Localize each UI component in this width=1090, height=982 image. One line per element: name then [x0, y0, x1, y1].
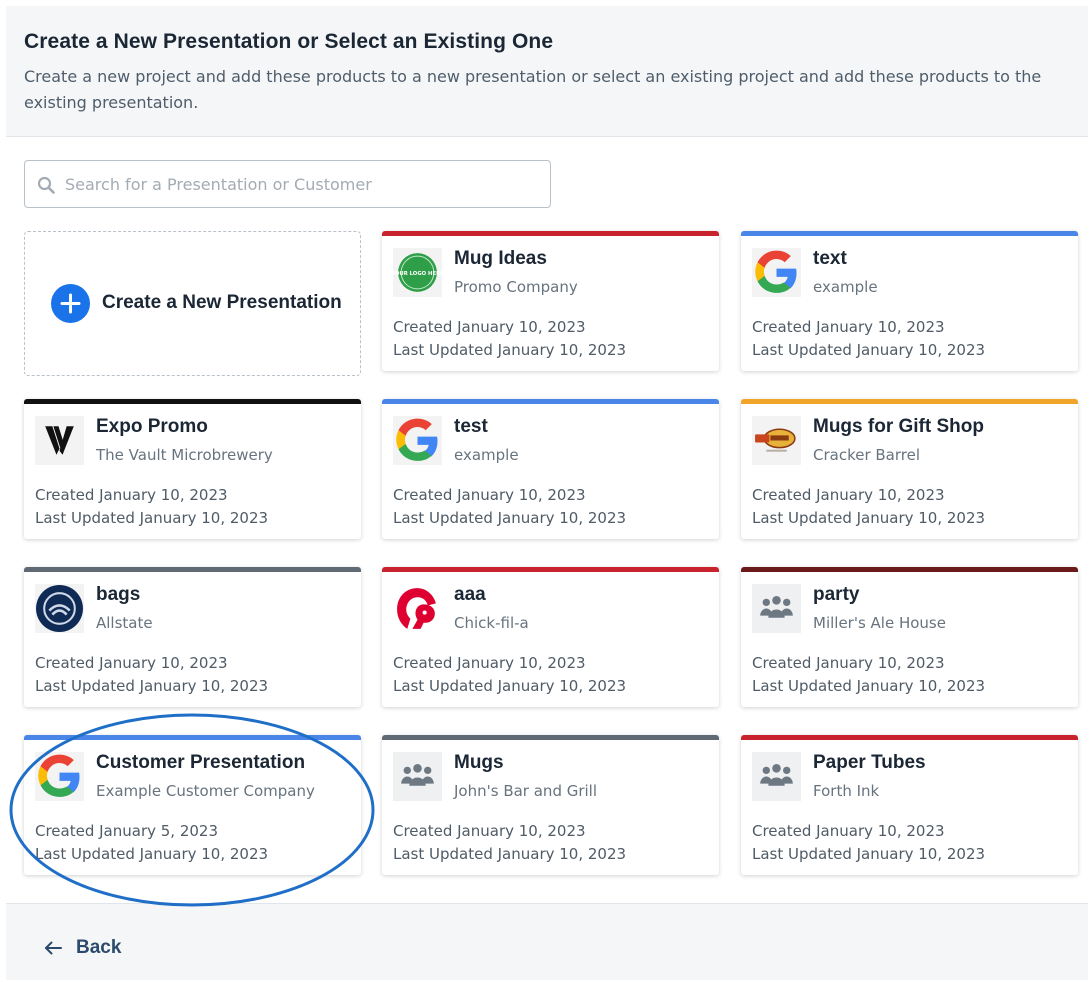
created-date: Created January 10, 2023 — [752, 654, 945, 672]
modal-footer: Back — [6, 903, 1088, 980]
modal-header: Create a New Presentation or Select an E… — [6, 6, 1088, 137]
presentation-name: bags — [96, 584, 141, 605]
card-accent-bar — [741, 231, 1078, 236]
last-updated-date: Last Updated January 10, 2023 — [393, 341, 627, 359]
last-updated-date: Last Updated January 10, 2023 — [393, 509, 627, 527]
presentation-name: Paper Tubes — [813, 752, 926, 773]
create-new-presentation-button[interactable]: Create a New Presentation — [24, 231, 361, 376]
card-accent-bar — [382, 735, 719, 740]
presentation-name: Mugs — [454, 752, 504, 773]
card-accent-bar — [741, 735, 1078, 740]
presentation-card[interactable]: bags Allstate Created January 10, 2023 Last… — [24, 567, 361, 707]
create-new-presentation-label: Create a New Presentation — [102, 292, 342, 313]
card-accent-bar — [382, 231, 719, 236]
card-accent-bar — [24, 567, 361, 572]
presentation-card[interactable]: party Miller's Ale House Created January 1… — [741, 567, 1078, 707]
modal-subtitle: Create a new project and add these produ… — [24, 67, 1042, 112]
presentation-card[interactable]: Mugs for Gift Shop Cracker Barrel Created … — [741, 399, 1078, 539]
presentation-name: test — [454, 416, 488, 437]
card-accent-bar — [24, 735, 361, 740]
last-updated-date: Last Updated January 10, 2023 — [35, 677, 269, 695]
presentation-card[interactable]: Customer Presentation Example Customer Co… — [24, 735, 361, 875]
last-updated-date: Last Updated January 10, 2023 — [35, 845, 269, 863]
created-date: Created January 10, 2023 — [35, 486, 228, 504]
customer-name: Forth Ink — [813, 782, 880, 800]
back-button[interactable]: Back — [44, 937, 121, 959]
created-date: Created January 10, 2023 — [393, 486, 586, 504]
people-group-icon — [393, 752, 442, 801]
presentation-card[interactable]: Mugs John's Bar and Grill Created January … — [382, 735, 719, 875]
presentation-card[interactable]: aaa Chick-fil-a Created January 10, 2023 La… — [382, 567, 719, 707]
arrow-left-icon — [45, 941, 62, 955]
presentation-name: aaa — [454, 584, 486, 605]
card-accent-bar — [382, 567, 719, 572]
last-updated-date: Last Updated January 10, 2023 — [752, 341, 986, 359]
last-updated-date: Last Updated January 10, 2023 — [752, 845, 986, 863]
allstate-logo-icon — [35, 584, 84, 633]
customer-name: Promo Company — [454, 278, 578, 296]
modal-title: Create a New Presentation or Select an E… — [24, 30, 554, 53]
created-date: Created January 10, 2023 — [393, 654, 586, 672]
presentation-name: Customer Presentation — [96, 752, 306, 773]
chick-fil-a-logo-icon — [393, 584, 442, 633]
presentation-card[interactable]: Paper Tubes Forth Ink Created January 10, … — [741, 735, 1078, 875]
created-date: Created January 10, 2023 — [752, 486, 945, 504]
google-logo-icon — [35, 752, 84, 801]
customer-name: Example Customer Company — [96, 782, 315, 800]
plus-circle-icon — [51, 284, 90, 323]
search-box[interactable] — [24, 160, 551, 208]
presentation-name: Expo Promo — [96, 416, 208, 437]
customer-name: Chick-fil-a — [454, 614, 529, 632]
presentation-name: party — [813, 584, 860, 605]
created-date: Created January 10, 2023 — [393, 822, 586, 840]
presentation-picker-modal: Create a New Presentation or Select an E… — [6, 6, 1088, 980]
customer-name: The Vault Microbrewery — [96, 446, 273, 464]
google-logo-icon — [752, 248, 801, 297]
presentation-name: text — [813, 248, 847, 269]
search-input[interactable] — [65, 161, 545, 207]
last-updated-date: Last Updated January 10, 2023 — [35, 509, 269, 527]
created-date: Created January 5, 2023 — [35, 822, 219, 840]
google-logo-icon — [393, 416, 442, 465]
card-accent-bar — [741, 567, 1078, 572]
card-accent-bar — [24, 399, 361, 404]
search-icon — [37, 176, 55, 194]
created-date: Created January 10, 2023 — [752, 822, 945, 840]
presentation-name: Mug Ideas — [454, 248, 547, 269]
presentation-card[interactable]: Expo Promo The Vault Microbrewery Created … — [24, 399, 361, 539]
customer-name: Miller's Ale House — [813, 614, 946, 632]
customer-name: example — [454, 446, 519, 464]
customer-name: Allstate — [96, 614, 153, 632]
last-updated-date: Last Updated January 10, 2023 — [393, 677, 627, 695]
presentation-card[interactable]: YOUR LOGO HERE Mug Ideas Promo Company Crea… — [382, 231, 719, 371]
customer-name: John's Bar and Grill — [454, 782, 598, 800]
created-date: Created January 10, 2023 — [35, 654, 228, 672]
people-group-icon — [752, 584, 801, 633]
back-label: Back — [76, 937, 122, 958]
customer-name: Cracker Barrel — [813, 446, 921, 464]
svg-text:YOUR LOGO HERE: YOUR LOGO HERE — [393, 271, 442, 277]
last-updated-date: Last Updated January 10, 2023 — [393, 845, 627, 863]
cracker-barrel-logo-icon — [752, 416, 801, 465]
card-accent-bar — [741, 399, 1078, 404]
created-date: Created January 10, 2023 — [393, 318, 586, 336]
last-updated-date: Last Updated January 10, 2023 — [752, 677, 986, 695]
people-group-icon — [752, 752, 801, 801]
presentation-card[interactable]: text example Created January 10, 2023 Last … — [741, 231, 1078, 371]
presentation-name: Mugs for Gift Shop — [813, 416, 984, 437]
presentation-card[interactable]: test example Created January 10, 2023 Last … — [382, 399, 719, 539]
vault-logo-icon — [35, 416, 84, 465]
customer-name: example — [813, 278, 878, 296]
card-accent-bar — [382, 399, 719, 404]
your-logo-here-logo-icon: YOUR LOGO HERE — [393, 248, 442, 297]
created-date: Created January 10, 2023 — [752, 318, 945, 336]
last-updated-date: Last Updated January 10, 2023 — [752, 509, 986, 527]
